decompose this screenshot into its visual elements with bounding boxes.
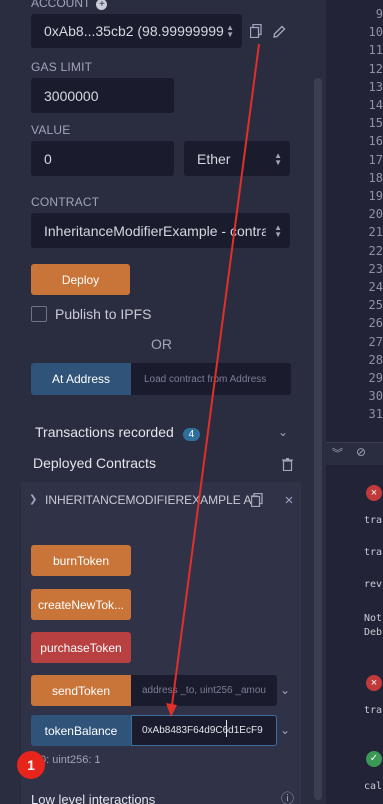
annotation-arrow (166, 43, 260, 717)
step-badge: 1 (17, 751, 45, 779)
